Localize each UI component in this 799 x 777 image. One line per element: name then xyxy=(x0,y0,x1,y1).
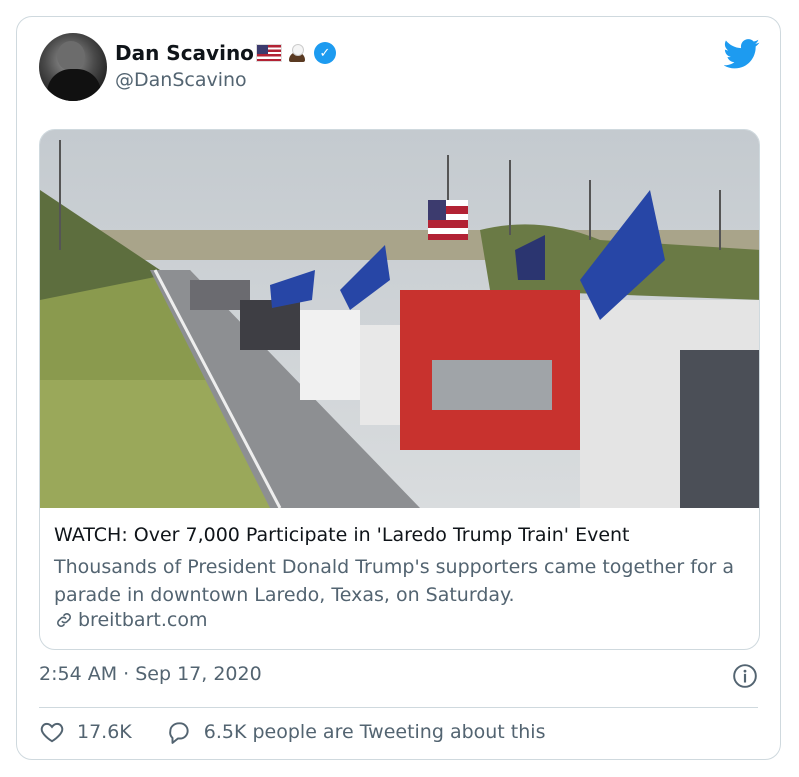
heart-icon[interactable] xyxy=(39,719,65,745)
info-icon[interactable] xyxy=(732,663,758,689)
reply-bubble-icon[interactable] xyxy=(166,719,192,745)
author-name-row[interactable]: Dan Scavino ✓ xyxy=(115,41,336,65)
us-flag-icon xyxy=(255,44,282,62)
engagement-stats: 17.6K 6.5K people are Tweeting about thi… xyxy=(39,719,545,745)
card-photo xyxy=(40,130,759,508)
twitter-bird-icon[interactable] xyxy=(724,39,760,69)
like-stat[interactable]: 17.6K xyxy=(39,719,132,745)
card-description: Thousands of President Donald Trump's su… xyxy=(54,556,735,606)
tweeting-stat[interactable]: 6.5K people are Tweeting about this xyxy=(166,719,546,745)
avatar[interactable] xyxy=(39,33,107,101)
divider xyxy=(39,707,758,708)
card-title[interactable]: WATCH: Over 7,000 Participate in 'Laredo… xyxy=(54,524,630,546)
link-card[interactable]: WATCH: Over 7,000 Participate in 'Laredo… xyxy=(39,129,760,650)
card-domain-row[interactable]: breitbart.com xyxy=(54,609,207,631)
tweet-embed: Dan Scavino ✓ @DanScavino WATCH: Over 7,… xyxy=(16,16,781,760)
tweeting-count: 6.5K people are Tweeting about this xyxy=(203,721,546,743)
link-icon xyxy=(57,613,71,627)
timestamp[interactable]: 2:54 AM · Sep 17, 2020 xyxy=(39,663,262,685)
author-name[interactable]: Dan Scavino xyxy=(115,41,254,65)
like-count: 17.6K xyxy=(77,721,132,743)
verified-badge-icon: ✓ xyxy=(313,42,336,64)
author-handle[interactable]: @DanScavino xyxy=(115,69,247,91)
eagle-icon xyxy=(286,44,308,62)
card-domain[interactable]: breitbart.com xyxy=(78,609,207,631)
